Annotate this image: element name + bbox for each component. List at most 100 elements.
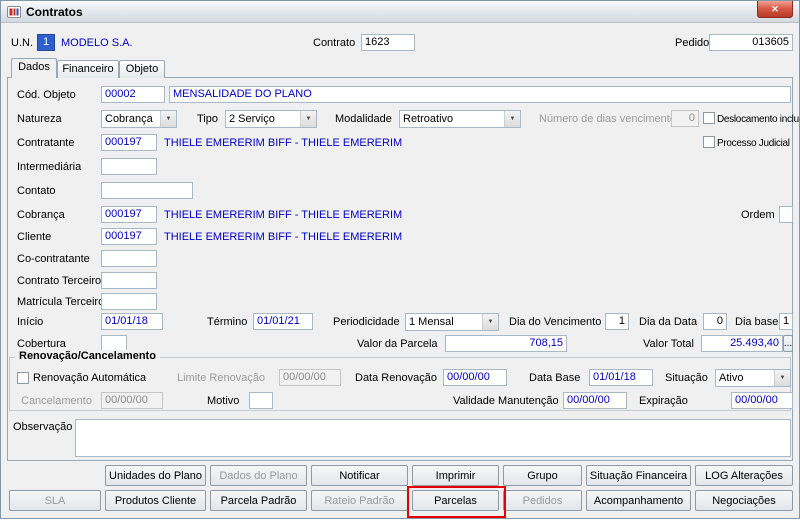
contato-label: Contato bbox=[17, 185, 56, 197]
processo-judicial-checkbox[interactable] bbox=[703, 136, 715, 148]
un-label: U.N. bbox=[11, 37, 33, 49]
observacao-textarea[interactable] bbox=[75, 419, 791, 457]
tab-objeto[interactable]: Objeto bbox=[119, 60, 165, 78]
dia-base-field[interactable]: 1 bbox=[779, 313, 793, 330]
natureza-label: Natureza bbox=[17, 113, 62, 125]
cancelamento-field[interactable]: 00/00/00 bbox=[101, 392, 163, 409]
close-button[interactable]: ✕ bbox=[757, 1, 793, 18]
app-icon bbox=[7, 5, 21, 18]
dia-data-field[interactable]: 0 bbox=[703, 313, 727, 330]
dia-data-label: Dia da Data bbox=[639, 316, 698, 328]
motivo-label: Motivo bbox=[207, 395, 240, 407]
situacao-financeira-button[interactable]: Situação Financeira bbox=[586, 465, 691, 486]
dia-vencimento-field[interactable]: 1 bbox=[605, 313, 629, 330]
dias-vencimento-label: Número de dias vencimento bbox=[539, 113, 676, 125]
data-renovacao-field[interactable]: 00/00/00 bbox=[443, 369, 507, 386]
cancelamento-label: Cancelamento bbox=[21, 395, 92, 407]
title-bar[interactable]: Contratos ✕ bbox=[1, 1, 799, 23]
chevron-down-icon[interactable] bbox=[482, 314, 498, 330]
un-field[interactable]: 1 bbox=[37, 34, 55, 51]
situacao-select[interactable]: Ativo bbox=[715, 369, 791, 387]
notificar-button[interactable]: Notificar bbox=[311, 465, 408, 486]
expiracao-field[interactable]: 00/00/00 bbox=[731, 392, 793, 409]
valor-total-label: Valor Total bbox=[643, 338, 694, 350]
contrato-label: Contrato bbox=[313, 37, 356, 49]
valor-total-field[interactable]: 25.493,40 bbox=[701, 335, 783, 352]
co-contratante-label: Co-contratante bbox=[17, 253, 90, 265]
rateio-padrao-button[interactable]: Rateio Padrão bbox=[311, 490, 408, 511]
cobranca-code-field[interactable]: 000197 bbox=[101, 206, 157, 223]
chevron-down-icon[interactable] bbox=[504, 111, 520, 127]
renovacao-automatica-label: Renovação Automática bbox=[33, 372, 147, 384]
renovacao-automatica-checkbox[interactable] bbox=[17, 372, 29, 384]
data-base-label: Data Base bbox=[529, 372, 581, 384]
ordem-field[interactable] bbox=[779, 206, 793, 223]
situacao-label: Situação bbox=[665, 372, 708, 384]
inicio-label: Início bbox=[17, 316, 44, 328]
chevron-down-icon[interactable] bbox=[774, 370, 790, 386]
motivo-field[interactable] bbox=[249, 392, 273, 409]
co-contratante-field[interactable] bbox=[101, 250, 157, 267]
screen: Contratos ✕ U.N. 1 MODELO S.A. Contrato … bbox=[0, 0, 800, 521]
contrato-field[interactable]: 1623 bbox=[361, 34, 415, 51]
contratante-label: Contratante bbox=[17, 137, 75, 149]
cod-objeto-desc-field[interactable]: MENSALIDADE DO PLANO bbox=[169, 86, 791, 103]
cliente-code-field[interactable]: 000197 bbox=[101, 228, 157, 245]
chevron-down-icon[interactable] bbox=[160, 111, 176, 127]
negociacoes-button[interactable]: Negociações bbox=[695, 490, 793, 511]
cobranca-name: THIELE EMERERIM BIFF - THIELE EMERERIM bbox=[164, 209, 403, 221]
data-renovacao-label: Data Renovação bbox=[355, 372, 437, 384]
pedido-label: Pedido bbox=[675, 37, 710, 49]
cod-objeto-code-field[interactable]: 00002 bbox=[101, 86, 165, 103]
tipo-select[interactable]: 2 Serviço bbox=[225, 110, 317, 128]
valor-parcela-label: Valor da Parcela bbox=[357, 338, 438, 350]
modalidade-select[interactable]: Retroativo bbox=[399, 110, 521, 128]
cobranca-label: Cobrança bbox=[17, 209, 65, 221]
renovacao-group-title: Renovação/Cancelamento bbox=[15, 350, 160, 362]
ordem-label: Ordem bbox=[741, 209, 775, 221]
data-base-field[interactable]: 01/01/18 bbox=[589, 369, 653, 386]
pedido-field[interactable]: 013605 bbox=[709, 34, 793, 51]
dados-do-plano-button[interactable]: Dados do Plano bbox=[210, 465, 307, 486]
limite-renovacao-field[interactable]: 00/00/00 bbox=[279, 369, 341, 386]
log-alteracoes-button[interactable]: LOG Alterações bbox=[695, 465, 793, 486]
dias-vencimento-field[interactable]: 0 bbox=[671, 110, 699, 127]
grupo-button[interactable]: Grupo bbox=[503, 465, 582, 486]
observacao-label: Observação bbox=[13, 421, 73, 433]
tab-dados[interactable]: Dados bbox=[11, 58, 57, 78]
parcelas-button[interactable]: Parcelas bbox=[412, 490, 499, 511]
contratante-code-field[interactable]: 000197 bbox=[101, 134, 157, 151]
dia-base-label: Dia base bbox=[735, 316, 779, 328]
valor-parcela-field[interactable]: 708,15 bbox=[445, 335, 567, 352]
intermediaria-field[interactable] bbox=[101, 158, 157, 175]
modalidade-label: Modalidade bbox=[335, 113, 392, 125]
pedidos-button[interactable]: Pedidos bbox=[503, 490, 582, 511]
deslocamento-checkbox[interactable] bbox=[703, 112, 715, 124]
matricula-terceiro-field[interactable] bbox=[101, 293, 157, 310]
validade-manutencao-field[interactable]: 00/00/00 bbox=[563, 392, 627, 409]
termino-field[interactable]: 01/01/21 bbox=[253, 313, 313, 330]
sla-button[interactable]: SLA bbox=[9, 490, 101, 511]
window-title: Contratos bbox=[26, 4, 83, 19]
chevron-down-icon[interactable] bbox=[300, 111, 316, 127]
natureza-select[interactable]: Cobrança bbox=[101, 110, 177, 128]
contratos-window: Contratos ✕ U.N. 1 MODELO S.A. Contrato … bbox=[0, 0, 800, 519]
valor-total-more-button[interactable]: ... bbox=[783, 335, 793, 352]
termino-label: Término bbox=[207, 316, 248, 328]
contrato-terceiro-field[interactable] bbox=[101, 272, 157, 289]
periodicidade-label: Periodicidade bbox=[333, 316, 400, 328]
inicio-field[interactable]: 01/01/18 bbox=[101, 313, 163, 330]
tipo-label: Tipo bbox=[197, 113, 218, 125]
matricula-terceiro-label: Matrícula Terceiro bbox=[17, 296, 105, 308]
un-name: MODELO S.A. bbox=[61, 37, 133, 49]
contratante-name: THIELE EMERERIM BIFF - THIELE EMERERIM bbox=[164, 137, 403, 149]
parcela-padrao-button[interactable]: Parcela Padrão bbox=[210, 490, 307, 511]
unidades-do-plano-button[interactable]: Unidades do Plano bbox=[105, 465, 206, 486]
acompanhamento-button[interactable]: Acompanhamento bbox=[586, 490, 691, 511]
tab-financeiro[interactable]: Financeiro bbox=[57, 60, 119, 78]
cod-objeto-label: Cód. Objeto bbox=[17, 89, 76, 101]
imprimir-button[interactable]: Imprimir bbox=[412, 465, 499, 486]
produtos-cliente-button[interactable]: Produtos Cliente bbox=[105, 490, 206, 511]
contato-field[interactable] bbox=[101, 182, 193, 199]
periodicidade-select[interactable]: 1 Mensal bbox=[405, 313, 499, 331]
